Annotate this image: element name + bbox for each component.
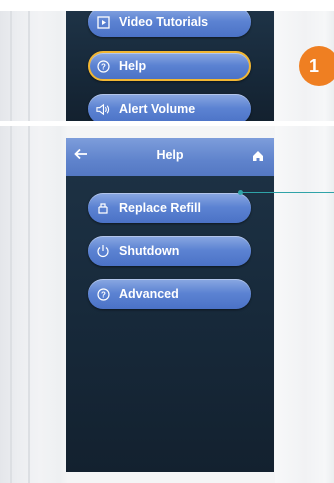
help-device-screen: Help Replace Refill Shutdown ? Advanced	[66, 138, 274, 472]
video-icon	[96, 15, 110, 29]
home-icon[interactable]	[252, 149, 264, 167]
shutdown-button[interactable]: Shutdown	[88, 236, 251, 266]
question-circle-icon: ?	[96, 59, 110, 73]
advanced-label: Advanced	[119, 287, 179, 301]
top-screen-panel: Video Tutorials ? Help Alert Volume	[0, 11, 334, 121]
shutdown-label: Shutdown	[119, 244, 180, 258]
frame-stripe	[10, 126, 12, 483]
question-circle-icon: ?	[96, 287, 110, 301]
top-device-screen: Video Tutorials ? Help Alert Volume	[66, 11, 274, 121]
video-tutorials-button[interactable]: Video Tutorials	[88, 11, 251, 37]
power-icon	[96, 244, 110, 258]
step-number: 1	[308, 55, 319, 76]
help-label: Help	[119, 59, 147, 73]
advanced-button[interactable]: ? Advanced	[88, 279, 251, 309]
page-title: Help	[156, 148, 184, 162]
alert-volume-button[interactable]: Alert Volume	[88, 94, 251, 121]
frame-stripe	[10, 11, 12, 121]
help-button[interactable]: ? Help	[88, 51, 251, 81]
speaker-icon	[96, 102, 110, 116]
video-tutorials-label: Video Tutorials	[119, 15, 209, 29]
svg-text:?: ?	[101, 62, 106, 71]
help-screen-panel: Help Replace Refill Shutdown ? Advanced	[0, 126, 334, 483]
frame-right	[275, 126, 334, 483]
callout-dot	[238, 190, 243, 195]
replace-refill-label: Replace Refill	[119, 201, 201, 215]
help-header: Help	[66, 138, 274, 176]
alert-volume-label: Alert Volume	[119, 102, 196, 116]
callout-line	[241, 192, 334, 193]
refill-icon	[96, 201, 110, 215]
replace-refill-button[interactable]: Replace Refill	[88, 193, 251, 223]
frame-stripe	[28, 126, 30, 483]
step-number-badge: 1	[299, 46, 334, 86]
frame-stripe	[28, 11, 30, 121]
svg-text:?: ?	[101, 290, 106, 299]
